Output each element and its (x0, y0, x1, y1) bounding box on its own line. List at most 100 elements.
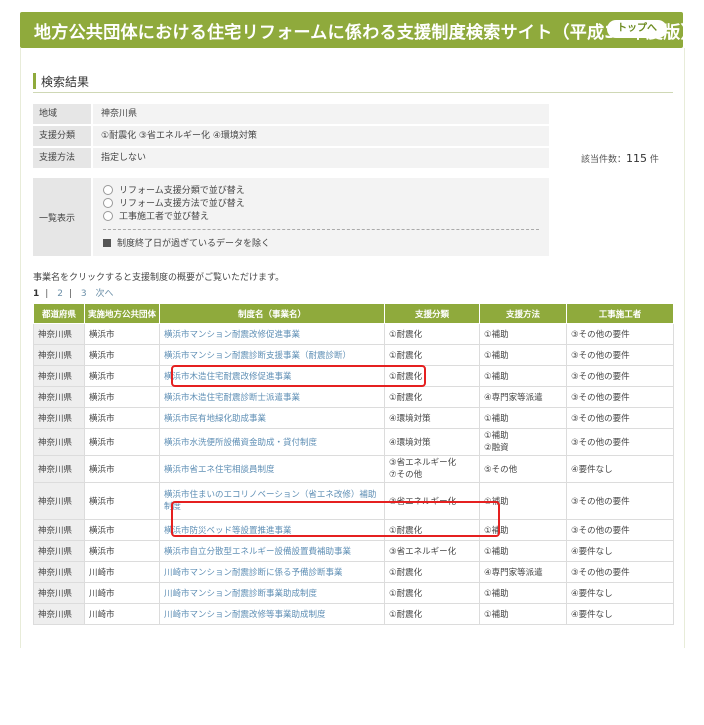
program-name-link[interactable]: 横浜市省エネ住宅相談員制度 (159, 455, 385, 483)
program-name-link[interactable]: 横浜市防災ベッド等設置推進事業 (159, 519, 385, 541)
option-label: 制度終了日が過ぎているデータを除く (117, 239, 271, 249)
checkbox-checked-icon[interactable] (103, 238, 111, 247)
table-row: 神奈川県 横浜市 横浜市住まいのエコリノベーション（省エネ改修）補助制度 ③省エネルギ… (33, 482, 674, 520)
program-name-link[interactable]: 横浜市水洗便所設備資金助成・貸付制度 (159, 428, 385, 456)
program-name-link[interactable]: 横浜市木造住宅耐震改修促進事業 (159, 365, 385, 387)
option-label: リフォーム支援方法で並び替え (119, 199, 245, 209)
table-row: 神奈川県 横浜市 横浜市マンション耐震診断支援事業（耐震診断） ①耐震化 ①補助 ③その他… (33, 344, 674, 366)
cell-contractor: ④要件なし (566, 582, 674, 604)
cell-method: ④専門家等派遣 (479, 386, 567, 408)
program-name-link[interactable]: 横浜市自立分散型エネルギー設備設置費補助事業 (159, 540, 385, 562)
program-name-link[interactable]: 横浜市マンション耐震診断支援事業（耐震診断） (159, 344, 385, 366)
cell-municipality: 横浜市 (84, 455, 160, 483)
column-header: 実施地方公共団体 (84, 303, 160, 324)
condition-value: ①耐震化 ③省エネルギー化 ④環境対策 (93, 126, 549, 146)
radio-icon[interactable] (103, 197, 113, 208)
exclude-expired-option[interactable]: 制度終了日が過ぎているデータを除く (103, 236, 539, 249)
result-count-suffix: 件 (649, 155, 659, 165)
main-content: 検索結果 地域 神奈川県 支援分類 ①耐震化 ③省エネルギー化 ④環境対策 支援… (20, 48, 685, 648)
cell-prefecture: 神奈川県 (33, 582, 85, 604)
program-name-link[interactable]: 川崎市マンション耐震診断事業助成制度 (159, 582, 385, 604)
sort-option-category[interactable]: リフォーム支援分類で並び替え (103, 183, 539, 196)
cell-category: ③省エネルギー化 (384, 540, 480, 562)
program-name-link[interactable]: 横浜市民有地緑化助成事業 (159, 407, 385, 429)
program-name-link[interactable]: 横浜市木造住宅耐震診断士派遣事業 (159, 386, 385, 408)
program-name-link[interactable]: 川崎市マンション耐震診断に係る予備診断事業 (159, 561, 385, 583)
cell-contractor: ④要件なし (566, 603, 674, 625)
cell-prefecture: 神奈川県 (33, 428, 85, 456)
table-body: 神奈川県 横浜市 横浜市マンション耐震改修促進事業 ①耐震化 ①補助 ③その他の要件 神奈川… (33, 323, 674, 625)
cell-municipality: 横浜市 (84, 365, 160, 387)
cell-method: ①補助 (479, 323, 567, 345)
radio-icon[interactable] (103, 210, 113, 221)
cell-category: ④環境対策 (384, 428, 480, 456)
cell-contractor: ④要件なし (566, 455, 674, 483)
divider (103, 229, 539, 230)
sort-option-method[interactable]: リフォーム支援方法で並び替え (103, 196, 539, 209)
column-header: 都道府県 (33, 303, 85, 324)
cell-category: ①耐震化 (384, 582, 480, 604)
option-label: リフォーム支援分類で並び替え (119, 186, 245, 196)
cell-category: ④環境対策 (384, 407, 480, 429)
cell-municipality: 川崎市 (84, 603, 160, 625)
condition-label: 地域 (33, 104, 91, 124)
cell-method: ①補助 (479, 519, 567, 541)
radio-icon[interactable] (103, 184, 113, 195)
condition-value: 指定しない (93, 148, 549, 168)
site-header: 地方公共団体における住宅リフォームに係わる支援制度検索サイト（平成30年度版） … (20, 12, 698, 48)
cell-prefecture: 神奈川県 (33, 323, 85, 345)
table-row: 神奈川県 川崎市 川崎市マンション耐震診断事業助成制度 ①耐震化 ①補助 ④要件なし (33, 582, 674, 604)
column-header: 支援分類 (384, 303, 480, 324)
cell-category: ①耐震化 (384, 365, 480, 387)
program-name-link[interactable]: 川崎市マンション耐震改修等事業助成制度 (159, 603, 385, 625)
cell-contractor: ③その他の要件 (566, 323, 674, 345)
cell-method: ①補助 (479, 603, 567, 625)
condition-row-region: 地域 神奈川県 (33, 104, 549, 124)
table-row: 神奈川県 横浜市 横浜市マンション耐震改修促進事業 ①耐震化 ①補助 ③その他の要件 (33, 323, 674, 345)
cell-contractor: ③その他の要件 (566, 482, 674, 520)
cell-method: ①補助 (479, 344, 567, 366)
search-conditions: 地域 神奈川県 支援分類 ①耐震化 ③省エネルギー化 ④環境対策 支援方法 指定… (33, 104, 549, 170)
cell-prefecture: 神奈川県 (33, 561, 85, 583)
cell-municipality: 横浜市 (84, 428, 160, 456)
program-name-link[interactable]: 横浜市住まいのエコリノベーション（省エネ改修）補助制度 (159, 482, 385, 520)
cell-contractor: ③その他の要件 (566, 407, 674, 429)
cell-method: ①補助 (479, 407, 567, 429)
section-title: 検索結果 (41, 75, 90, 89)
next-page-link[interactable]: 次へ (95, 289, 113, 299)
cell-municipality: 川崎市 (84, 582, 160, 604)
cell-municipality: 横浜市 (84, 407, 160, 429)
column-header: 制度名（事業名） (159, 303, 385, 324)
cell-prefecture: 神奈川県 (33, 455, 85, 483)
table-row: 神奈川県 横浜市 横浜市民有地緑化助成事業 ④環境対策 ①補助 ③その他の要件 (33, 407, 674, 429)
cell-method: ④専門家等派遣 (479, 561, 567, 583)
pagination: 1 | 2 | 3 次へ (33, 289, 114, 299)
cell-municipality: 横浜市 (84, 519, 160, 541)
cell-municipality: 横浜市 (84, 386, 160, 408)
cell-method: ①補助 (479, 365, 567, 387)
table-row: 神奈川県 横浜市 横浜市水洗便所設備資金助成・貸付制度 ④環境対策 ①補助 ②融資 ③その… (33, 428, 674, 456)
program-name-link[interactable]: 横浜市マンション耐震改修促進事業 (159, 323, 385, 345)
top-page-button[interactable]: トップへ (607, 20, 667, 38)
cell-contractor: ③その他の要件 (566, 365, 674, 387)
table-row: 神奈川県 横浜市 横浜市省エネ住宅相談員制度 ③省エネルギー化 ⑦その他 ⑤その他 ④要件… (33, 455, 674, 483)
table-row: 神奈川県 横浜市 横浜市自立分散型エネルギー設備設置費補助事業 ③省エネルギー化 ①補助… (33, 540, 674, 562)
section-accent-bar (33, 73, 36, 89)
section-header: 検索結果 (33, 70, 673, 93)
page-link[interactable]: 3 (81, 289, 87, 299)
cell-category: ①耐震化 (384, 603, 480, 625)
results-table: 都道府県 実施地方公共団体 制度名（事業名） 支援分類 支援方法 工事施工者 神… (33, 303, 674, 625)
display-label: 一覧表示 (33, 178, 91, 256)
table-row: 神奈川県 川崎市 川崎市マンション耐震改修等事業助成制度 ①耐震化 ①補助 ④要件なし (33, 603, 674, 625)
cell-municipality: 横浜市 (84, 344, 160, 366)
cell-municipality: 横浜市 (84, 540, 160, 562)
page: 地方公共団体における住宅リフォームに係わる支援制度検索サイト（平成30年度版） … (0, 0, 704, 725)
instruction-note: 事業名をクリックすると支援制度の概要がご覧いただけます。 (33, 273, 285, 283)
display-options-box: リフォーム支援分類で並び替え リフォーム支援方法で並び替え 工事施工者で並び替え… (93, 178, 549, 256)
cell-contractor: ④要件なし (566, 540, 674, 562)
cell-municipality: 横浜市 (84, 323, 160, 345)
sort-option-contractor[interactable]: 工事施工者で並び替え (103, 209, 539, 222)
condition-label: 支援分類 (33, 126, 91, 146)
page-link[interactable]: 2 (57, 289, 63, 299)
cell-method: ①補助 ②融資 (479, 428, 567, 456)
